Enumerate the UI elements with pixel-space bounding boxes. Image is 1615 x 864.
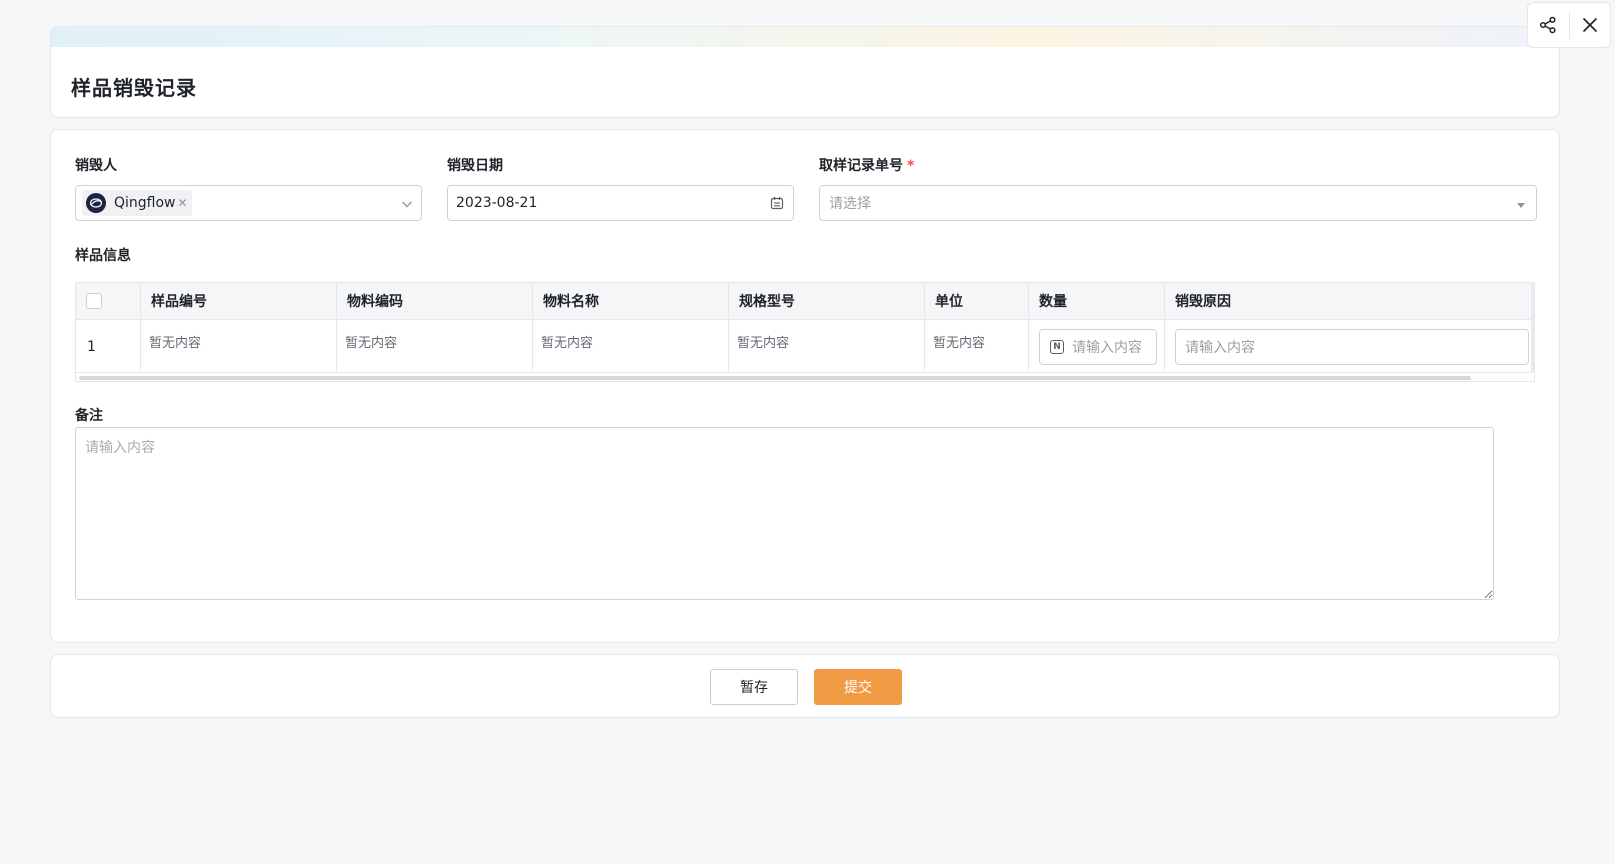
spec-model-cell: 暂无内容 <box>729 320 925 372</box>
sample-info-table: 样品编号 物料编码 物料名称 规格型号 单位 数量 销毁原因 1 暂无内容 暂无… <box>75 282 1535 382</box>
page-title: 样品销毁记录 <box>71 76 197 100</box>
selected-user-name: Qingflow <box>114 195 176 211</box>
destroyer-select[interactable]: Qingflow ✕ <box>75 185 422 221</box>
share-button[interactable] <box>1528 3 1569 47</box>
remark-label: 备注 <box>75 408 103 424</box>
quantity-cell: N 请输入内容 <box>1029 320 1165 372</box>
number-field-icon: N <box>1050 340 1064 354</box>
material-name-cell: 暂无内容 <box>533 320 729 372</box>
close-icon <box>1582 17 1597 33</box>
destroy-date-value: 2023-08-21 <box>456 195 538 211</box>
share-icon <box>1540 16 1556 34</box>
column-header: 样品编号 <box>141 283 337 319</box>
remove-user-icon[interactable]: ✕ <box>178 196 188 210</box>
column-header: 单位 <box>925 283 1029 319</box>
destroyer-label: 销毁人 <box>75 158 117 174</box>
destroy-date-input[interactable]: 2023-08-21 <box>447 185 794 221</box>
sample-info-label: 样品信息 <box>75 248 131 264</box>
user-avatar <box>86 193 106 213</box>
sampling-record-no-label-text: 取样记录单号 <box>819 158 903 174</box>
column-header: 数量 <box>1029 283 1165 319</box>
calendar-icon[interactable] <box>770 196 784 210</box>
material-code-cell: 暂无内容 <box>337 320 533 372</box>
header-gradient-banner <box>51 27 1559 47</box>
form-header-card: 样品销毁记录 <box>50 26 1560 118</box>
chevron-down-icon[interactable] <box>401 199 413 209</box>
selected-user-chip: Qingflow ✕ <box>82 190 192 216</box>
column-header: 规格型号 <box>729 283 925 319</box>
form-footer-card: 暂存 提交 <box>50 654 1560 718</box>
sampling-record-no-placeholder: 请选择 <box>829 196 871 212</box>
reason-cell: 请输入内容 <box>1165 320 1534 372</box>
save-draft-button[interactable]: 暂存 <box>710 669 798 705</box>
quantity-input[interactable]: N 请输入内容 <box>1039 329 1157 365</box>
select-all-checkbox[interactable] <box>86 293 102 309</box>
column-header: 物料名称 <box>533 283 729 319</box>
table-header-row: 样品编号 物料编码 物料名称 规格型号 单位 数量 销毁原因 <box>76 283 1534 320</box>
remark-textarea[interactable] <box>75 427 1494 600</box>
close-button[interactable] <box>1570 3 1611 47</box>
submit-button[interactable]: 提交 <box>814 669 902 705</box>
destroy-date-label: 销毁日期 <box>447 158 503 174</box>
table-horizontal-scrollbar[interactable] <box>79 376 1471 380</box>
reason-input[interactable]: 请输入内容 <box>1175 329 1529 365</box>
sampling-record-no-select[interactable]: 请选择 <box>819 185 1537 221</box>
sampling-record-no-label: 取样记录单号 * <box>819 155 914 175</box>
quantity-placeholder: 请输入内容 <box>1072 340 1142 356</box>
form-body-card: 销毁人 Qingflow ✕ 销毁日期 2023-08-21 取样记录单号 * … <box>50 129 1560 643</box>
column-header: 销毁原因 <box>1175 294 1231 310</box>
caret-down-icon[interactable] <box>1516 201 1526 209</box>
column-header: 物料编码 <box>337 283 533 319</box>
table-fixed-column-shadow <box>1531 283 1534 373</box>
sample-no-cell: 暂无内容 <box>141 320 337 372</box>
table-row: 1 暂无内容 暂无内容 暂无内容 暂无内容 暂无内容 N 请输入内容 请输入内容 <box>76 320 1534 373</box>
reason-placeholder: 请输入内容 <box>1185 340 1255 356</box>
floating-action-bar <box>1527 2 1611 48</box>
select-all-cell <box>76 283 141 319</box>
unit-cell: 暂无内容 <box>925 320 1029 372</box>
row-index: 1 <box>76 320 141 372</box>
required-mark: * <box>907 158 915 174</box>
